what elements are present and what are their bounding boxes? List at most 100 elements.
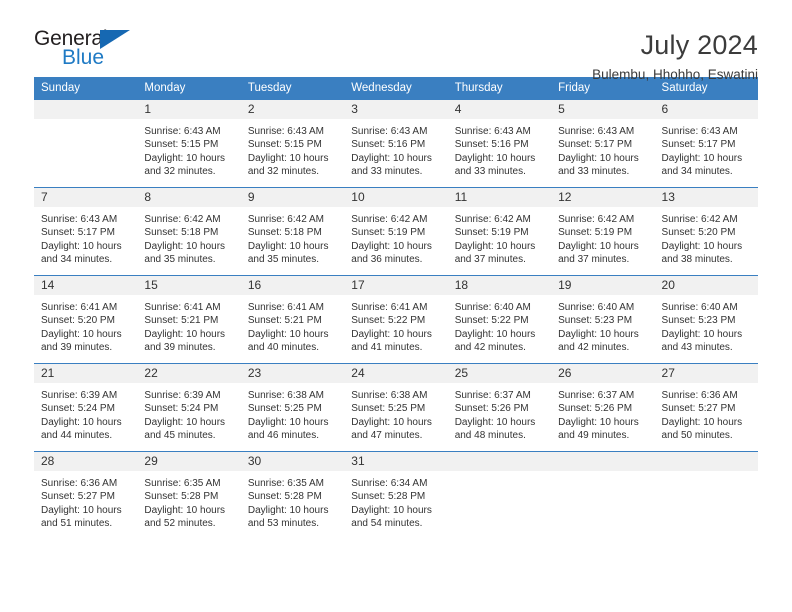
day-cell[interactable]: 11 Sunrise: 6:42 AM Sunset: 5:19 PM Dayligh… xyxy=(447,187,552,276)
day-number xyxy=(447,452,552,471)
sunset-text: Sunset: 5:15 PM xyxy=(247,139,322,151)
day-cell[interactable]: 20 Sunrise: 6:40 AM Sunset: 5:23 PM Dayligh… xyxy=(654,275,758,364)
day-cell[interactable]: 14 Sunrise: 6:41 AM Sunset: 5:20 PM Dayligh… xyxy=(34,275,138,364)
day-cell[interactable]: 22 Sunrise: 6:39 AM Sunset: 5:24 PM Dayligh… xyxy=(137,363,241,452)
sunset-text: Sunset: 5:20 PM xyxy=(41,315,115,327)
daylight-text: and 43 minutes. xyxy=(661,342,733,354)
daylight-text: Daylight: 10 hours xyxy=(144,416,226,428)
sunrise-text: Sunrise: 6:38 AM xyxy=(351,390,428,401)
day-cell[interactable]: 18 Sunrise: 6:40 AM Sunset: 5:22 PM Dayligh… xyxy=(447,275,552,364)
daylight-text: Daylight: 10 hours xyxy=(558,328,639,340)
day-cell[interactable]: 7 Sunrise: 6:43 AM Sunset: 5:17 PM Daylight… xyxy=(34,187,138,276)
day-number: 4 xyxy=(447,100,552,119)
sunrise-text: Sunrise: 6:43 AM xyxy=(351,126,428,137)
day-details: Sunrise: 6:35 AM Sunset: 5:28 PM Daylight:… xyxy=(241,471,344,531)
sunrise-text: Sunrise: 6:39 AM xyxy=(41,390,118,401)
day-details: Sunrise: 6:40 AM Sunset: 5:23 PM Daylight:… xyxy=(655,295,758,355)
daylight-text: Daylight: 10 hours xyxy=(661,240,743,252)
day-number: 2 xyxy=(240,100,345,119)
day-cell[interactable]: 13 Sunrise: 6:42 AM Sunset: 5:20 PM Dayligh… xyxy=(654,187,758,276)
sunrise-text: Sunrise: 6:42 AM xyxy=(247,214,324,225)
day-cell[interactable]: 8 Sunrise: 6:42 AM Sunset: 5:18 PM Daylight… xyxy=(137,187,241,276)
day-details: Sunrise: 6:37 AM Sunset: 5:26 PM Daylight:… xyxy=(448,383,551,443)
day-number: 11 xyxy=(447,188,552,207)
day-details: Sunrise: 6:41 AM Sunset: 5:20 PM Daylight:… xyxy=(34,295,137,355)
day-number: 18 xyxy=(447,276,552,295)
sunrise-text: Sunrise: 6:37 AM xyxy=(454,390,531,401)
day-cell[interactable]: 10 Sunrise: 6:42 AM Sunset: 5:19 PM Dayligh… xyxy=(344,187,448,276)
day-cell[interactable]: 25 Sunrise: 6:37 AM Sunset: 5:26 PM Dayligh… xyxy=(447,363,552,452)
day-details: Sunrise: 6:42 AM Sunset: 5:19 PM Daylight:… xyxy=(551,207,654,267)
sunrise-text: Sunrise: 6:43 AM xyxy=(144,126,221,137)
daylight-text: and 53 minutes. xyxy=(247,518,320,530)
day-details: Sunrise: 6:43 AM Sunset: 5:15 PM Daylight:… xyxy=(137,119,240,179)
sunrise-text: Sunrise: 6:42 AM xyxy=(351,214,428,225)
day-details: Sunrise: 6:40 AM Sunset: 5:22 PM Daylight:… xyxy=(448,295,551,355)
day-details: Sunrise: 6:35 AM Sunset: 5:28 PM Daylight:… xyxy=(137,471,240,531)
weekday-header-thursday: Thursday xyxy=(447,77,552,100)
sunset-text: Sunset: 5:22 PM xyxy=(351,315,426,327)
day-details: Sunrise: 6:43 AM Sunset: 5:17 PM Daylight:… xyxy=(551,119,654,179)
sunset-text: Sunset: 5:17 PM xyxy=(41,227,115,239)
sunset-text: Sunset: 5:26 PM xyxy=(558,403,633,415)
day-cell[interactable]: 19 Sunrise: 6:40 AM Sunset: 5:23 PM Dayligh… xyxy=(551,275,655,364)
day-details: Sunrise: 6:41 AM Sunset: 5:22 PM Daylight:… xyxy=(344,295,447,355)
daylight-text: Daylight: 10 hours xyxy=(247,240,329,252)
day-cell[interactable]: 29 Sunrise: 6:35 AM Sunset: 5:28 PM Dayligh… xyxy=(137,451,241,536)
day-details: Sunrise: 6:38 AM Sunset: 5:25 PM Daylight:… xyxy=(241,383,344,443)
day-cell[interactable]: 5 Sunrise: 6:43 AM Sunset: 5:17 PM Daylight… xyxy=(551,99,655,188)
day-cell[interactable]: 15 Sunrise: 6:41 AM Sunset: 5:21 PM Dayligh… xyxy=(137,275,241,364)
day-cell[interactable]: 9 Sunrise: 6:42 AM Sunset: 5:18 PM Daylight… xyxy=(240,187,345,276)
day-cell-empty xyxy=(654,451,758,536)
sunset-text: Sunset: 5:25 PM xyxy=(351,403,426,415)
day-cell[interactable]: 27 Sunrise: 6:36 AM Sunset: 5:27 PM Dayligh… xyxy=(654,363,758,452)
calendar-week-row: 1 Sunrise: 6:43 AM Sunset: 5:15 PM Daylight… xyxy=(34,99,758,188)
logo-triangle-icon xyxy=(100,30,130,49)
day-cell[interactable]: 26 Sunrise: 6:37 AM Sunset: 5:26 PM Dayligh… xyxy=(551,363,655,452)
sunrise-text: Sunrise: 6:42 AM xyxy=(454,214,531,225)
daylight-text: and 42 minutes. xyxy=(454,342,526,354)
day-cell[interactable]: 31 Sunrise: 6:34 AM Sunset: 5:28 PM Dayligh… xyxy=(344,451,448,536)
daylight-text: and 34 minutes. xyxy=(661,166,733,178)
day-details: Sunrise: 6:40 AM Sunset: 5:23 PM Daylight:… xyxy=(551,295,654,355)
day-cell[interactable]: 1 Sunrise: 6:43 AM Sunset: 5:15 PM Daylight… xyxy=(137,99,241,188)
daylight-text: Daylight: 10 hours xyxy=(661,416,743,428)
day-number: 14 xyxy=(34,276,138,295)
day-cell[interactable]: 4 Sunrise: 6:43 AM Sunset: 5:16 PM Daylight… xyxy=(447,99,552,188)
sunset-text: Sunset: 5:28 PM xyxy=(144,491,219,503)
general-blue-logo[interactable]: General Blue xyxy=(34,28,154,74)
daylight-text: Daylight: 10 hours xyxy=(454,328,536,340)
day-cell[interactable]: 21 Sunrise: 6:39 AM Sunset: 5:24 PM Dayligh… xyxy=(34,363,138,452)
page-title: July 2024 xyxy=(640,30,758,60)
sunset-text: Sunset: 5:16 PM xyxy=(454,139,529,151)
day-number: 3 xyxy=(344,100,448,119)
sunrise-text: Sunrise: 6:43 AM xyxy=(661,126,738,137)
day-cell[interactable]: 17 Sunrise: 6:41 AM Sunset: 5:22 PM Dayligh… xyxy=(344,275,448,364)
day-cell[interactable]: 2 Sunrise: 6:43 AM Sunset: 5:15 PM Daylight… xyxy=(240,99,345,188)
day-cell[interactable]: 24 Sunrise: 6:38 AM Sunset: 5:25 PM Dayligh… xyxy=(344,363,448,452)
day-number xyxy=(34,100,138,119)
day-details: Sunrise: 6:42 AM Sunset: 5:18 PM Daylight:… xyxy=(241,207,344,267)
day-cell[interactable]: 3 Sunrise: 6:43 AM Sunset: 5:16 PM Daylight… xyxy=(344,99,448,188)
day-number: 22 xyxy=(137,364,241,383)
day-number: 10 xyxy=(344,188,448,207)
daylight-text: Daylight: 10 hours xyxy=(41,328,122,340)
day-cell[interactable]: 6 Sunrise: 6:43 AM Sunset: 5:17 PM Daylight… xyxy=(654,99,758,188)
day-cell[interactable]: 28 Sunrise: 6:36 AM Sunset: 5:27 PM Dayligh… xyxy=(34,451,138,536)
day-cell[interactable]: 12 Sunrise: 6:42 AM Sunset: 5:19 PM Dayligh… xyxy=(551,187,655,276)
daylight-text: Daylight: 10 hours xyxy=(558,416,639,428)
day-details: Sunrise: 6:37 AM Sunset: 5:26 PM Daylight:… xyxy=(551,383,654,443)
day-number: 27 xyxy=(654,364,758,383)
daylight-text: and 40 minutes. xyxy=(247,342,320,354)
day-details: Sunrise: 6:43 AM Sunset: 5:16 PM Daylight:… xyxy=(344,119,447,179)
day-number xyxy=(551,452,655,471)
day-details: Sunrise: 6:39 AM Sunset: 5:24 PM Daylight:… xyxy=(137,383,240,443)
day-cell[interactable]: 16 Sunrise: 6:41 AM Sunset: 5:21 PM Dayligh… xyxy=(240,275,345,364)
sunset-text: Sunset: 5:28 PM xyxy=(351,491,426,503)
day-number: 6 xyxy=(654,100,758,119)
sunset-text: Sunset: 5:18 PM xyxy=(144,227,219,239)
day-cell[interactable]: 30 Sunrise: 6:35 AM Sunset: 5:28 PM Dayligh… xyxy=(240,451,345,536)
daylight-text: Daylight: 10 hours xyxy=(247,152,329,164)
day-cell[interactable]: 23 Sunrise: 6:38 AM Sunset: 5:25 PM Dayligh… xyxy=(240,363,345,452)
day-details: Sunrise: 6:42 AM Sunset: 5:19 PM Daylight:… xyxy=(448,207,551,267)
